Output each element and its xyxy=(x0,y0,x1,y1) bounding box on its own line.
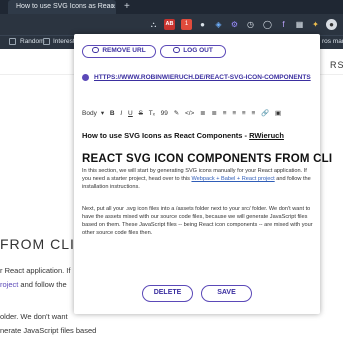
browser-tab[interactable]: How to use SVG Icons as Reac xyxy=(8,0,116,14)
note-title-author: RWieruch xyxy=(249,131,284,140)
extension-script-icon[interactable]: f xyxy=(278,19,289,30)
insert-image-icon[interactable]: ▣ xyxy=(275,109,281,117)
bookmark-folder-icon xyxy=(43,38,50,45)
align-justify-button[interactable]: ≡ xyxy=(252,110,256,117)
note-paragraph: In this section, we will start by genera… xyxy=(82,168,311,190)
extension-grid-icon[interactable]: ▦ xyxy=(294,19,305,30)
align-right-button[interactable]: ≡ xyxy=(242,110,246,117)
saved-url-link[interactable]: HTTPS://WWW.ROBINWIERUCH.DE/REACT-SVG-IC… xyxy=(94,74,311,81)
extension-camera-icon[interactable]: ● xyxy=(197,19,208,30)
note-heading: REACT SVG ICON COMPONENTS FROM CLI xyxy=(82,153,333,165)
block-style-select[interactable]: Body xyxy=(82,110,97,117)
extension-puzzle-icon[interactable]: ⛬ xyxy=(148,19,159,30)
extension-shield-icon[interactable]: ◈ xyxy=(213,19,224,30)
editor-toolbar: Body ▾ B I U S Tₓ 99 ✎ </> ≣ ≣ ≡ ≡ ≡ ≡ 🔗 … xyxy=(82,109,312,119)
new-tab-icon[interactable]: + xyxy=(124,0,130,14)
insert-link-icon[interactable]: 🔗 xyxy=(261,109,269,117)
bold-button[interactable]: B xyxy=(110,110,115,117)
remove-url-button[interactable]: REMOVE URL xyxy=(82,45,156,58)
extension-gear-icon[interactable]: ⚙ xyxy=(229,19,240,30)
page-text-line: roject and follow the xyxy=(0,280,67,289)
tab-title: How to use SVG Icons as Reac xyxy=(16,3,115,10)
code-button[interactable]: </> xyxy=(185,110,194,117)
italic-button[interactable]: I xyxy=(120,110,122,117)
pen-icon[interactable]: ✎ xyxy=(174,109,179,117)
bookmark-overflow[interactable]: ros mar xyxy=(322,36,343,48)
align-center-button[interactable]: ≡ xyxy=(232,110,236,117)
page-text-line: nerate JavaScript files based xyxy=(0,326,97,335)
extension-o-icon[interactable]: ◯ xyxy=(262,19,273,30)
clear-format-button[interactable]: Tₓ xyxy=(149,110,155,117)
page-text-line: r React application. If xyxy=(0,266,71,275)
note-paragraph: Next, put all your .svg icon files into … xyxy=(82,206,313,236)
strike-button[interactable]: S xyxy=(139,110,143,117)
save-button[interactable]: SAVE xyxy=(201,285,252,302)
extension-clock-icon[interactable]: ◷ xyxy=(245,19,256,30)
bookmark-random[interactable]: Random xyxy=(20,36,45,48)
delete-button[interactable]: DELETE xyxy=(142,285,193,302)
note-title[interactable]: How to use SVG Icons as React Components… xyxy=(82,131,284,140)
page-heading-fragment: FROM CLI xyxy=(0,236,75,252)
toggle-icon xyxy=(92,47,100,53)
logout-icon xyxy=(173,47,181,53)
chevron-down-icon: ▾ xyxy=(100,110,105,117)
extension-red-icon[interactable]: 1 xyxy=(181,19,192,30)
link-icon xyxy=(82,74,89,81)
adblock-extension-icon[interactable]: AB xyxy=(164,19,175,30)
bookmark-folder-icon xyxy=(9,38,16,45)
page-nav-fragment[interactable]: RS xyxy=(330,60,343,70)
ordered-list-button[interactable]: ≣ xyxy=(211,109,216,117)
bookmark-interesting[interactable]: Interesti xyxy=(53,36,76,48)
tab-close-icon[interactable]: × xyxy=(111,0,116,14)
quote-button[interactable]: 99 xyxy=(161,110,168,117)
align-left-button[interactable]: ≡ xyxy=(223,110,227,117)
page-link[interactable]: roject xyxy=(0,280,18,289)
logout-button[interactable]: LOG OUT xyxy=(160,45,226,58)
extension-wand-icon[interactable]: ✦ xyxy=(310,19,321,30)
page-text-line: older. We don't want xyxy=(0,312,68,321)
bookmark-extension-popup: REMOVE URL LOG OUT HTTPS://WWW.ROBINWIER… xyxy=(74,34,332,314)
profile-avatar-icon[interactable]: ● xyxy=(326,19,337,30)
bullet-list-button[interactable]: ≣ xyxy=(200,109,205,117)
underline-button[interactable]: U xyxy=(128,110,133,117)
webpack-project-link[interactable]: Webpack + Babel + React project xyxy=(191,176,274,182)
